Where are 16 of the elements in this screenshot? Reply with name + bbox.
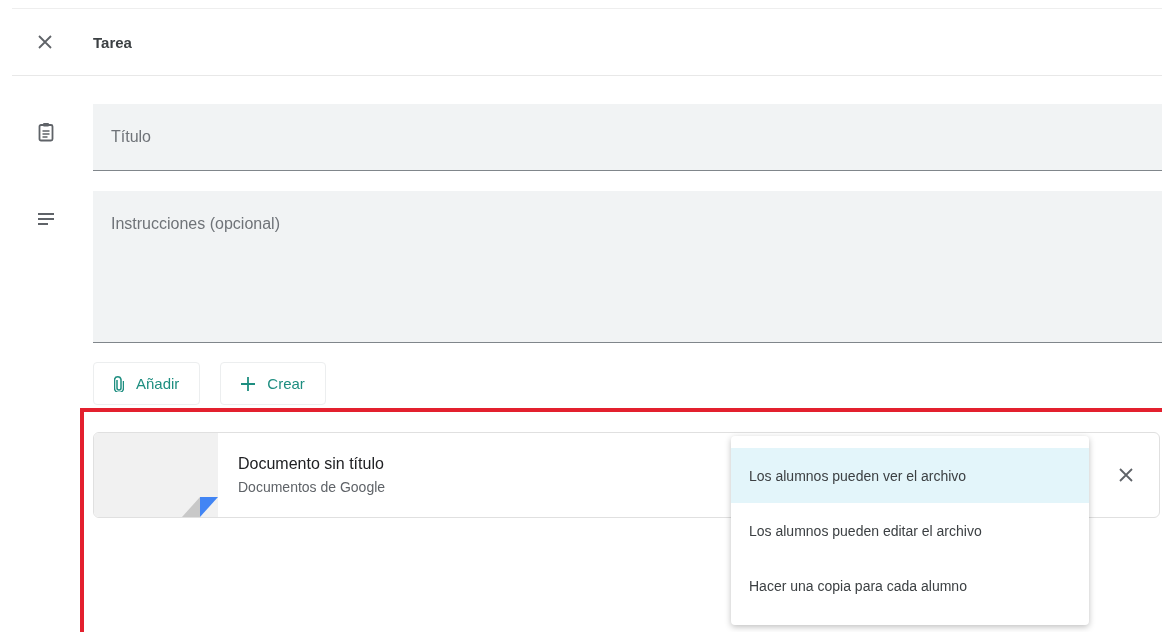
document-name: Documento sin título (238, 455, 385, 473)
menu-item[interactable]: Los alumnos pueden ver el archivo (731, 448, 1089, 503)
document-type: Documentos de Google (238, 479, 387, 495)
title-field[interactable]: Título (93, 104, 1162, 171)
instructions-field[interactable]: Instrucciones (opcional) (93, 191, 1162, 343)
menu-item[interactable]: Hacer una copia para cada alumno (731, 558, 1089, 613)
doc-corner-icon (182, 497, 218, 517)
text-lines-icon (38, 213, 54, 225)
close-icon[interactable] (38, 35, 52, 49)
paperclip-icon (114, 375, 124, 392)
add-button[interactable]: Añadir (93, 362, 201, 405)
clipboard-icon (38, 122, 54, 142)
dialog-title: Tarea (93, 33, 132, 51)
create-button[interactable]: Crear (220, 362, 326, 405)
plus-icon (241, 376, 256, 391)
close-icon[interactable] (1119, 468, 1133, 482)
